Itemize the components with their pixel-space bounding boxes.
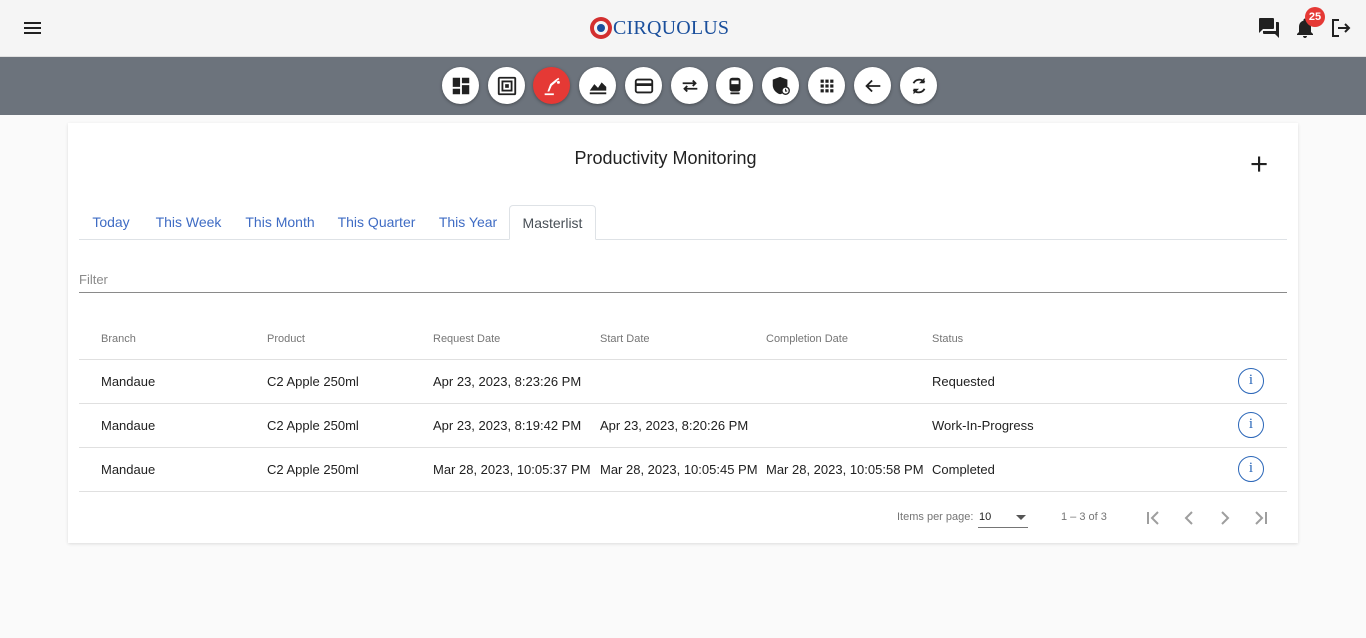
cell-status: Work-In-Progress bbox=[932, 418, 1034, 433]
cell-request-date: Apr 23, 2023, 8:19:42 PM bbox=[433, 418, 582, 433]
plus-icon[interactable] bbox=[1245, 150, 1271, 176]
frame-icon[interactable] bbox=[488, 67, 525, 104]
table-row[interactable]: Mandaue C2 Apple 250ml Apr 23, 2023, 8:2… bbox=[79, 360, 1287, 404]
column-header-start-date[interactable]: Start Date bbox=[600, 333, 650, 345]
top-header: CIRQUOLUS 25 bbox=[0, 0, 1366, 57]
cell-request-date: Apr 23, 2023, 8:23:26 PM bbox=[433, 374, 582, 389]
items-per-page-label: Items per page: bbox=[897, 511, 974, 523]
table-header: Branch Product Request Date Start Date C… bbox=[79, 315, 1287, 360]
info-icon[interactable]: i bbox=[1238, 368, 1264, 394]
info-icon[interactable]: i bbox=[1238, 412, 1264, 438]
cell-product: C2 Apple 250ml bbox=[267, 374, 359, 389]
column-header-request-date[interactable]: Request Date bbox=[433, 333, 500, 345]
next-page-icon[interactable] bbox=[1213, 506, 1237, 530]
table-row[interactable]: Mandaue C2 Apple 250ml Mar 28, 2023, 10:… bbox=[79, 448, 1287, 492]
cell-completion-date: Mar 28, 2023, 10:05:58 PM bbox=[766, 462, 924, 477]
chat-icon[interactable] bbox=[1257, 16, 1281, 40]
arrow-back-icon[interactable] bbox=[854, 67, 891, 104]
cell-branch: Mandaue bbox=[101, 462, 156, 477]
first-page-icon[interactable] bbox=[1141, 506, 1165, 530]
tab-today[interactable]: Today bbox=[82, 205, 140, 240]
cell-start-date: Apr 23, 2023, 8:20:26 PM bbox=[600, 418, 749, 433]
brand-logo[interactable]: CIRQUOLUS bbox=[590, 15, 729, 41]
cell-start-date: Mar 28, 2023, 10:05:45 PM bbox=[600, 462, 758, 477]
tab-this-week[interactable]: This Week bbox=[154, 205, 223, 240]
page-title: Productivity Monitoring bbox=[574, 148, 757, 168]
page-range-label: 1 – 3 of 3 bbox=[1061, 511, 1107, 523]
brand-name: CIRQUOLUS bbox=[613, 16, 730, 39]
cell-status: Requested bbox=[932, 374, 995, 389]
shield-icon[interactable] bbox=[762, 67, 799, 104]
masterlist-table: Branch Product Request Date Start Date C… bbox=[79, 315, 1287, 492]
notification-count-badge: 25 bbox=[1305, 7, 1325, 27]
swap-arrows-icon[interactable] bbox=[671, 67, 708, 104]
items-per-page-select[interactable]: 10 bbox=[978, 506, 1028, 528]
hamburger-menu-icon[interactable] bbox=[20, 16, 44, 40]
table-row[interactable]: Mandaue C2 Apple 250ml Apr 23, 2023, 8:1… bbox=[79, 404, 1287, 448]
chevron-down-icon bbox=[1016, 515, 1026, 520]
filter-input[interactable] bbox=[79, 267, 1287, 293]
logout-icon[interactable] bbox=[1329, 16, 1353, 40]
cell-product: C2 Apple 250ml bbox=[267, 418, 359, 433]
last-page-icon[interactable] bbox=[1249, 506, 1273, 530]
refresh-icon[interactable] bbox=[900, 67, 937, 104]
period-tabs: Today This Week This Month This Quarter … bbox=[79, 205, 1287, 240]
tab-this-year[interactable]: This Year bbox=[436, 205, 500, 240]
cell-request-date: Mar 28, 2023, 10:05:37 PM bbox=[433, 462, 591, 477]
tab-masterlist[interactable]: Masterlist bbox=[509, 205, 596, 240]
logo-mark-icon bbox=[590, 17, 612, 39]
column-header-status[interactable]: Status bbox=[932, 333, 963, 345]
dashboard-icon[interactable] bbox=[442, 67, 479, 104]
column-header-completion-date[interactable]: Completion Date bbox=[766, 333, 848, 345]
paginator: Items per page: 10 1 – 3 of 3 bbox=[68, 506, 1298, 530]
column-header-product[interactable]: Product bbox=[267, 333, 305, 345]
transit-icon[interactable] bbox=[716, 67, 753, 104]
chart-area-icon[interactable] bbox=[579, 67, 616, 104]
production-icon[interactable] bbox=[533, 67, 570, 104]
credit-card-icon[interactable] bbox=[625, 67, 662, 104]
items-per-page-value: 10 bbox=[979, 511, 992, 523]
cell-status: Completed bbox=[932, 462, 995, 477]
cell-branch: Mandaue bbox=[101, 418, 156, 433]
tab-this-quarter[interactable]: This Quarter bbox=[337, 205, 416, 240]
apps-grid-icon[interactable] bbox=[808, 67, 845, 104]
column-header-branch[interactable]: Branch bbox=[101, 333, 136, 345]
tab-this-month[interactable]: This Month bbox=[242, 205, 318, 240]
module-toolbar bbox=[0, 57, 1366, 115]
previous-page-icon[interactable] bbox=[1177, 506, 1201, 530]
info-icon[interactable]: i bbox=[1238, 456, 1264, 482]
cell-branch: Mandaue bbox=[101, 374, 156, 389]
productivity-card: Productivity Monitoring Today This Week … bbox=[68, 123, 1298, 543]
cell-product: C2 Apple 250ml bbox=[267, 462, 359, 477]
